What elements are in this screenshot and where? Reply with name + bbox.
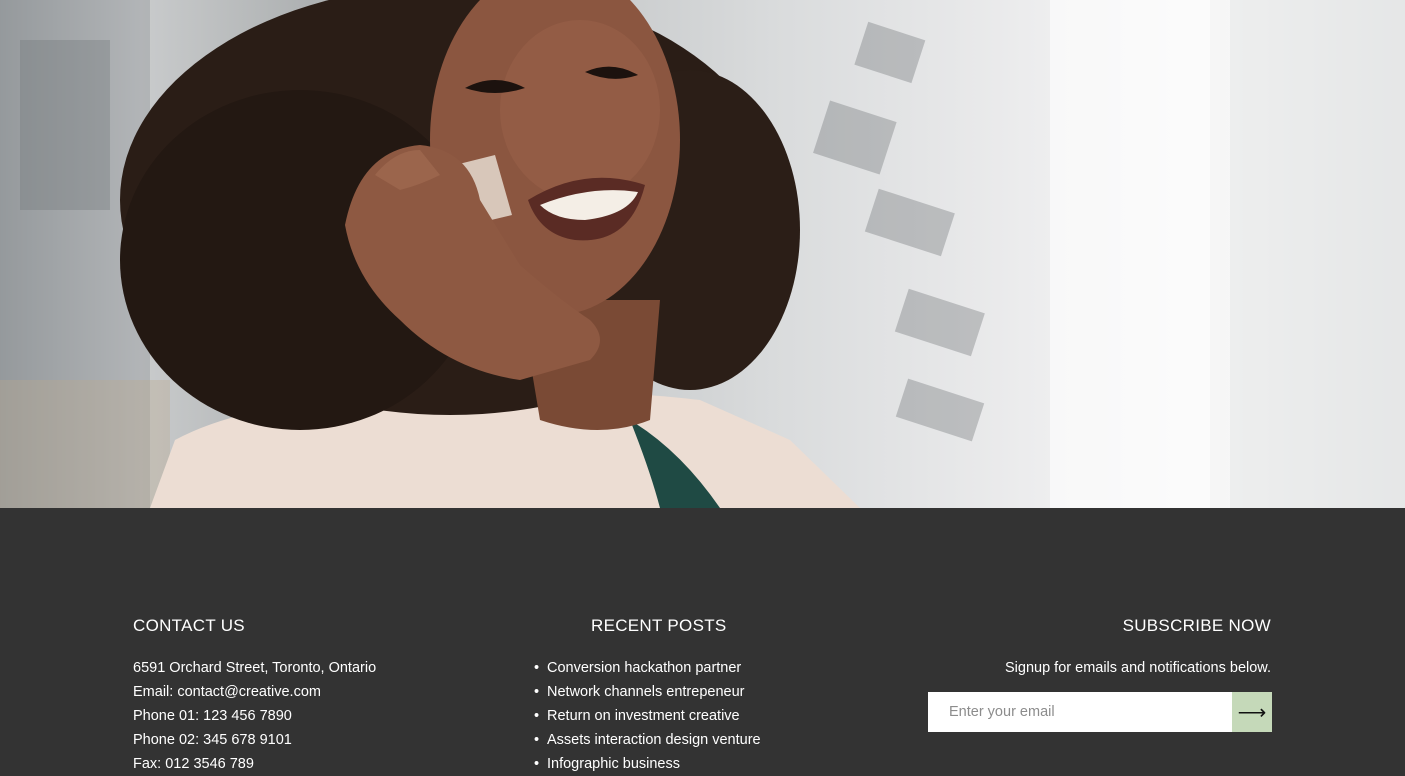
subscribe-form: ⟶ [928, 692, 1272, 732]
contact-phone-1[interactable]: Phone 01: 123 456 7890 [133, 704, 376, 728]
contact-fax: Fax: 012 3546 789 [133, 756, 254, 772]
contact-email[interactable]: Email: contact@creative.com [133, 680, 376, 704]
recent-post-item[interactable]: • Infographic business [534, 752, 761, 776]
recent-post-item[interactable]: • Network channels entrepeneur [534, 680, 761, 704]
bullet-icon: • [534, 732, 540, 748]
woman-on-phone-illustration [0, 0, 1405, 508]
site-footer: CONTACT US 6591 Orchard Street, Toronto,… [0, 508, 1405, 772]
hero-image [0, 0, 1405, 508]
bullet-icon: • [534, 756, 540, 772]
recent-post-link[interactable]: Conversion hackathon partner [547, 660, 741, 676]
subscribe-description: Signup for emails and notifications belo… [1005, 660, 1271, 676]
recent-post-link[interactable]: Assets interaction design venture [547, 732, 761, 748]
recent-post-item[interactable]: • Return on investment creative [534, 704, 761, 728]
email-input[interactable] [928, 692, 1232, 732]
contact-title: CONTACT US [133, 616, 245, 635]
recent-post-link[interactable]: Network channels entrepeneur [547, 684, 744, 700]
recent-post-item[interactable]: • Assets interaction design venture [534, 728, 761, 752]
subscribe-title: SUBSCRIBE NOW [1122, 616, 1271, 635]
recent-posts-title: RECENT POSTS [591, 616, 727, 635]
contact-phone-2[interactable]: Phone 02: 345 678 9101 [133, 728, 376, 752]
recent-post-item[interactable]: • Conversion hackathon partner [534, 656, 761, 680]
recent-post-link[interactable]: Return on investment creative [547, 708, 740, 724]
arrow-right-icon: ⟶ [1237, 701, 1267, 724]
subscribe-button[interactable]: ⟶ [1232, 692, 1272, 732]
contact-address: 6591 Orchard Street, Toronto, Ontario [133, 660, 377, 676]
contact-info: 6591 Orchard Street, Toronto, Ontario Em… [133, 656, 376, 776]
recent-post-link[interactable]: Infographic business [547, 756, 680, 772]
bullet-icon: • [534, 708, 540, 724]
bullet-icon: • [534, 660, 540, 676]
bullet-icon: • [534, 684, 540, 700]
recent-posts-list: • Conversion hackathon partner • Network c… [534, 656, 761, 776]
